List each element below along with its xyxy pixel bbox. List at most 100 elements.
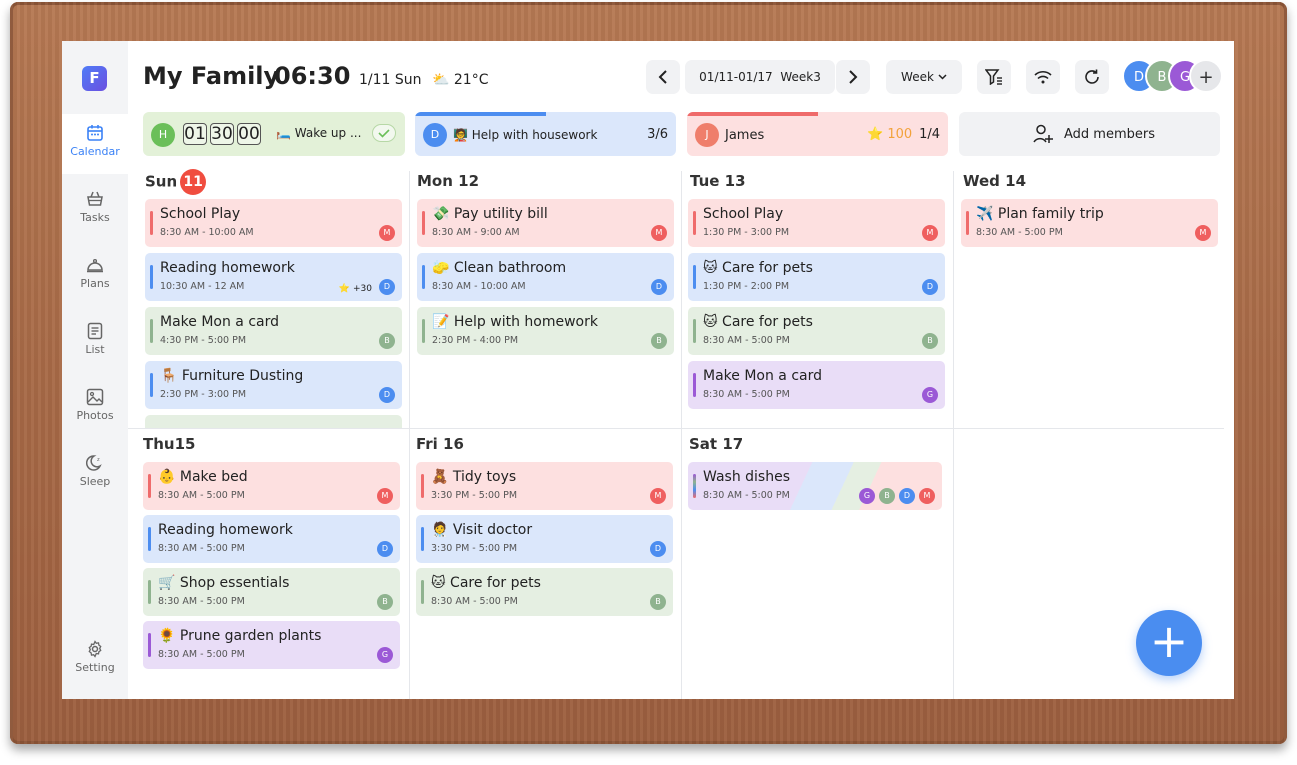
grid-line	[409, 171, 410, 699]
event-card[interactable]: 📝 Help with homework 2:30 PM - 4:00 PM B	[417, 307, 674, 355]
add-members-button[interactable]: Add members	[959, 112, 1220, 156]
event-card[interactable]: School Play 8:30 AM - 10:00 AM M	[145, 199, 402, 247]
event-time: 8:30 AM - 5:00 PM	[703, 389, 790, 400]
cloche-icon	[87, 258, 103, 273]
sidebar-item-photos[interactable]: Photos	[62, 378, 128, 438]
progress-bar	[415, 112, 546, 116]
assignee-avatar: M	[379, 225, 395, 241]
assignee-avatar: B	[651, 333, 667, 349]
event-accent	[421, 580, 424, 604]
event-time: 8:30 AM - 10:00 AM	[432, 281, 526, 292]
assignee-avatar: D	[377, 541, 393, 557]
filter-button[interactable]	[977, 60, 1011, 94]
event-card[interactable]: 👶 Make bed 8:30 AM - 5:00 PM M	[143, 462, 400, 510]
event-time: 10:30 AM - 12 AM	[160, 281, 245, 292]
event-accent	[148, 527, 151, 551]
event-title: 🧸 Tidy toys	[431, 469, 517, 485]
event-card[interactable]: ✈️ Plan family trip 8:30 AM - 5:00 PM M	[961, 199, 1218, 247]
today-badge: 11	[180, 169, 207, 195]
event-accent	[421, 474, 424, 498]
event-title: ✈️ Plan family trip	[976, 206, 1104, 222]
prev-week-button[interactable]	[646, 60, 680, 94]
bonus-points: ⭐ +30	[339, 284, 372, 294]
filter-icon	[985, 69, 1002, 85]
gear-icon	[88, 640, 102, 658]
member-progress-card[interactable]: J James ⭐ 100 1/4	[687, 112, 948, 156]
chore-progress-card[interactable]: D 🧑‍🏫 Help with housework 3/6	[415, 112, 676, 156]
add-event-button[interactable]: +	[1136, 610, 1202, 676]
event-time: 1:30 PM - 3:00 PM	[703, 227, 790, 238]
assignee-avatar: B	[879, 488, 895, 504]
sidebar-label: Setting	[75, 661, 115, 674]
event-accent	[422, 211, 425, 235]
chore-label: 🧑‍🏫 Help with housework	[453, 128, 598, 142]
weather: ⛅ 21°C	[432, 72, 488, 88]
event-card[interactable]: 🐱 Care for pets 8:30 AM - 5:00 PM B	[416, 568, 673, 616]
sidebar-item-list[interactable]: List	[62, 312, 128, 372]
sidebar-item-calendar[interactable]: Calendar	[62, 114, 128, 174]
event-title: 🐱 Care for pets	[703, 260, 813, 276]
add-members-label: Add members	[1064, 127, 1155, 142]
view-select[interactable]: Week	[886, 60, 962, 94]
refresh-button[interactable]	[1075, 60, 1109, 94]
assignee-avatar: M	[650, 488, 666, 504]
event-card[interactable]: Reading homework 10:30 AM - 12 AM D ⭐ +30	[145, 253, 402, 301]
next-week-button[interactable]	[836, 60, 870, 94]
timer-minutes: 30	[210, 123, 234, 145]
member-count: 1/4	[919, 127, 940, 142]
sidebar-item-plans[interactable]: Plans	[62, 246, 128, 306]
event-time: 1:30 PM - 2:00 PM	[703, 281, 790, 292]
event-accent	[693, 211, 696, 235]
view-select-value: Week	[901, 70, 934, 84]
event-accent	[148, 580, 151, 604]
event-card[interactable]: School Play 1:30 PM - 3:00 PM M	[688, 199, 945, 247]
timer-hours: 01	[183, 123, 207, 145]
event-card[interactable]: 🐱 Care for pets 8:30 AM - 5:00 PM B	[688, 307, 945, 355]
event-time: 3:30 PM - 5:00 PM	[431, 543, 518, 554]
assignee-avatar: M	[651, 225, 667, 241]
event-card[interactable]: Wash dishes 8:30 AM - 5:00 PM M D B G	[688, 462, 942, 510]
event-card[interactable]: 🧑‍⚕️ Visit doctor 3:30 PM - 5:00 PM D	[416, 515, 673, 563]
sidebar-item-tasks[interactable]: Tasks	[62, 180, 128, 240]
assignee-avatar: B	[377, 594, 393, 610]
event-time: 2:30 PM - 3:00 PM	[160, 389, 247, 400]
routine-card[interactable]: H 01 30 00 🛏️ Wake up ...	[143, 112, 405, 156]
check-icon[interactable]	[372, 124, 396, 142]
event-card[interactable]: 🛒 Shop essentials 8:30 AM - 5:00 PM B	[143, 568, 400, 616]
event-accent	[150, 265, 153, 289]
event-card[interactable]: 🐱 Care for pets 1:30 PM - 2:00 PM D	[688, 253, 945, 301]
add-member-avatar-button[interactable]: +	[1189, 59, 1223, 93]
bonus-value: +30	[353, 284, 372, 294]
day-header-mon: Mon 12	[417, 172, 480, 190]
list-icon	[87, 322, 103, 340]
event-card[interactable]: Make Mon a card 8:30 AM - 5:00 PM G	[688, 361, 945, 409]
event-time: 8:30 AM - 5:00 PM	[158, 490, 245, 501]
sidebar-item-sleep[interactable]: z Sleep	[62, 444, 128, 504]
event-accent	[421, 527, 424, 551]
screen: F Calendar Tasks Plans List Photos z Sle…	[62, 41, 1234, 699]
event-card[interactable]: 🌻 Prune garden plants 8:30 AM - 5:00 PM G	[143, 621, 400, 669]
date-range-display[interactable]: 01/11-01/17 Week3	[685, 60, 835, 94]
photo-icon	[86, 388, 104, 406]
wifi-button[interactable]	[1026, 60, 1060, 94]
star-icon: ⭐	[338, 284, 351, 294]
event-card[interactable]: 🧽 Clean bathroom 8:30 AM - 10:00 AM D	[417, 253, 674, 301]
event-card[interactable]: Make Mon a card 4:30 PM - 5:00 PM B	[145, 307, 402, 355]
event-time: 4:30 PM - 5:00 PM	[160, 335, 247, 346]
avatar: H	[151, 123, 175, 147]
day-label: Sun	[145, 172, 178, 191]
assignee-avatar: D	[899, 488, 915, 504]
event-accent	[150, 211, 153, 235]
event-accent	[693, 474, 696, 498]
event-accent	[150, 373, 153, 397]
event-card-partial[interactable]	[145, 415, 402, 428]
moon-icon: z	[86, 455, 102, 471]
event-card[interactable]: 🧸 Tidy toys 3:30 PM - 5:00 PM M	[416, 462, 673, 510]
event-card[interactable]: Reading homework 8:30 AM - 5:00 PM D	[143, 515, 400, 563]
assignee-avatar: G	[922, 387, 938, 403]
event-title: 🪑 Furniture Dusting	[160, 368, 304, 384]
event-card[interactable]: 💸 Pay utility bill 8:30 AM - 9:00 AM M	[417, 199, 674, 247]
event-time: 8:30 AM - 5:00 PM	[703, 490, 790, 501]
event-card[interactable]: 🪑 Furniture Dusting 2:30 PM - 3:00 PM D	[145, 361, 402, 409]
sidebar-item-setting[interactable]: Setting	[62, 630, 128, 690]
